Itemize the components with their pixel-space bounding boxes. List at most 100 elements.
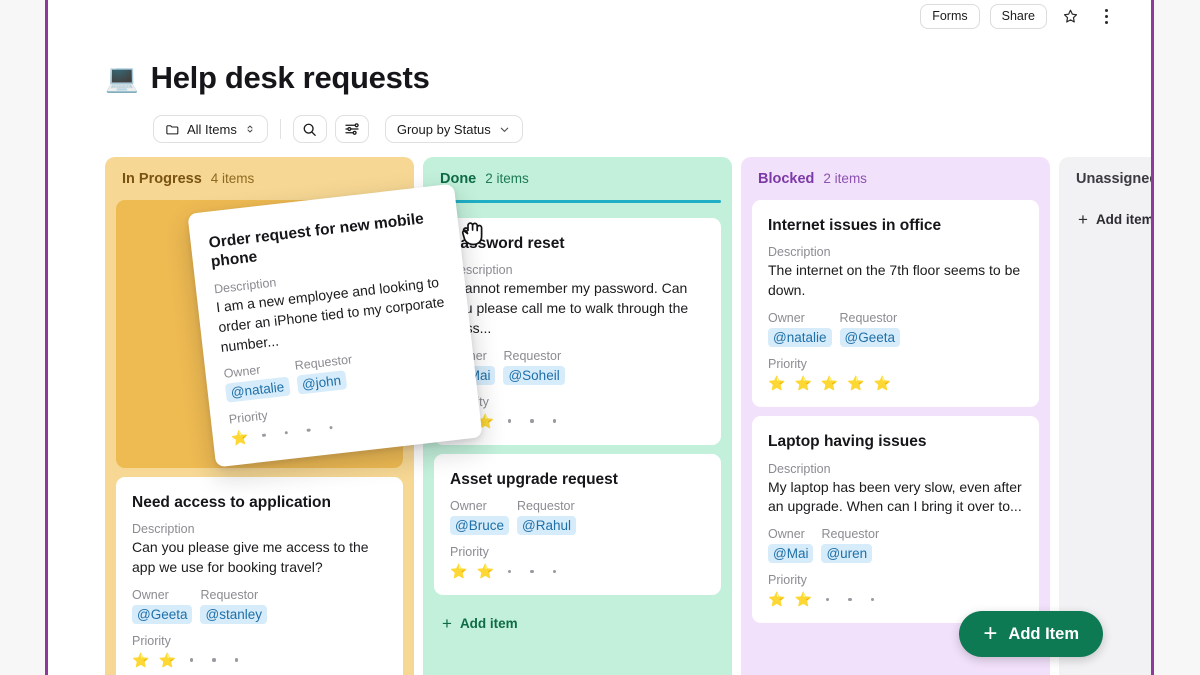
priority-label: Priority — [132, 634, 171, 649]
priority-stars[interactable]: ⭐⭐ — [132, 651, 387, 669]
add-item-label: Add item — [459, 616, 518, 632]
owner-label: Owner — [450, 499, 487, 514]
owner-chip[interactable]: @natalie — [768, 328, 832, 348]
filter-button[interactable] — [334, 115, 369, 143]
search-button[interactable] — [292, 115, 327, 143]
card-priority: Priority⭐⭐ — [450, 395, 705, 430]
column-header: Unassigned0 ite — [1059, 157, 1151, 200]
add-item-fab[interactable]: + Add Item — [959, 611, 1103, 657]
star-filled-icon[interactable]: ⭐ — [821, 376, 838, 390]
star-empty-dot-icon[interactable] — [552, 569, 557, 574]
priority-stars[interactable]: ⭐⭐ — [450, 562, 705, 580]
star-filled-icon[interactable]: ⭐ — [874, 376, 891, 390]
plus-icon: + — [1078, 210, 1088, 229]
star-filled-icon[interactable]: ⭐ — [476, 564, 493, 578]
requestor-chip[interactable]: @stanley — [200, 605, 267, 625]
plus-icon: + — [442, 614, 452, 634]
add-item-button[interactable]: + Add item — [434, 604, 721, 646]
card-description: The internet on the 7th floor seems to b… — [768, 262, 1021, 299]
column-body: Internet issues in office Description The … — [741, 200, 1050, 624]
column-item-count: 4 items — [210, 171, 255, 186]
star-filled-icon[interactable]: ⭐ — [794, 592, 811, 606]
star-filled-icon[interactable]: ⭐ — [132, 653, 149, 667]
star-empty-dot-icon[interactable] — [530, 419, 534, 423]
card-priority: Priority⭐⭐ — [132, 634, 387, 669]
star-empty-dot-icon[interactable] — [507, 419, 512, 423]
star-empty-dot-icon[interactable] — [234, 658, 239, 662]
card-title: Asset upgrade request — [450, 471, 618, 488]
star-empty-dot-icon[interactable] — [552, 419, 557, 423]
card-requestor: Requestor @john — [294, 353, 355, 395]
requestor-chip[interactable]: @Geeta — [839, 328, 900, 348]
top-action-bar: Forms Share — [920, 3, 1119, 29]
favorite-star-button[interactable] — [1057, 3, 1083, 29]
owner-chip[interactable]: @Geeta — [132, 605, 193, 625]
star-empty-dot-icon[interactable] — [306, 428, 311, 432]
requestor-chip[interactable]: @john — [295, 370, 348, 395]
star-filled-icon[interactable]: ⭐ — [158, 653, 175, 667]
card-owner: Owner @Bruce — [450, 499, 509, 536]
card-title: Laptop having issues — [768, 433, 927, 451]
requestor-chip[interactable]: @Soheil — [503, 366, 565, 385]
description-label: Description — [132, 522, 195, 537]
help-desk-board-app: Forms Share 💻 Help desk requests All Ite… — [0, 0, 1200, 675]
owner-label: Owner — [768, 527, 805, 542]
card-requestor: Requestor @Rahul — [516, 499, 576, 536]
star-filled-icon[interactable]: ⭐ — [847, 376, 864, 390]
board-column-blocked[interactable]: Blocked 2 items Internet issues in office D… — [741, 157, 1050, 675]
group-by-label: Group by Status — [396, 121, 491, 137]
board-card[interactable]: Asset upgrade request Owner @Bruce Requesto… — [434, 454, 721, 596]
star-empty-dot-icon[interactable] — [329, 425, 334, 430]
card-priority: Priority⭐⭐ — [450, 545, 705, 580]
board-toolbar: All Items Group by Status — [153, 115, 523, 143]
star-empty-dot-icon[interactable] — [212, 658, 216, 662]
priority-stars[interactable]: ⭐⭐ — [768, 590, 1023, 608]
card-people-row: Owner @Bruce Requestor @Rahul — [450, 499, 705, 536]
star-empty-dot-icon[interactable] — [530, 569, 534, 574]
add-item-button[interactable]: + Add item — [1070, 200, 1151, 242]
requestor-label: Requestor — [294, 352, 353, 374]
owner-chip[interactable]: @Bruce — [450, 516, 509, 536]
star-filled-icon[interactable]: ⭐ — [450, 564, 467, 578]
star-empty-dot-icon[interactable] — [825, 597, 830, 601]
laptop-icon: 💻 — [105, 62, 139, 93]
star-empty-dot-icon[interactable] — [507, 569, 512, 574]
card-description: My laptop has been very slow, even after… — [768, 478, 1022, 515]
board-column-unassigned[interactable]: Unassigned0 ite + Add item — [1059, 157, 1151, 675]
star-filled-icon[interactable]: ⭐ — [768, 376, 785, 390]
column-title: In Progress — [122, 171, 202, 187]
card-title: Password reset — [450, 235, 565, 252]
view-selector-label: All Items — [187, 121, 237, 137]
card-description: Can you please give me access to the app… — [132, 539, 369, 576]
view-selector-button[interactable]: All Items — [153, 115, 268, 143]
star-filled-icon[interactable]: ⭐ — [230, 429, 249, 447]
star-empty-dot-icon[interactable] — [284, 430, 289, 435]
star-outline-icon — [1063, 9, 1077, 23]
priority-stars[interactable]: ⭐⭐ — [450, 412, 705, 430]
board-card[interactable]: Need access to application Description Can… — [116, 477, 403, 675]
requestor-chip[interactable]: @Rahul — [516, 516, 576, 536]
owner-chip[interactable]: @Mai — [768, 544, 814, 564]
priority-stars[interactable]: ⭐ ⭐ ⭐ ⭐ ⭐ — [768, 374, 1023, 392]
chevron-up-down-icon — [247, 125, 253, 133]
group-by-button[interactable]: Group by Status — [384, 115, 523, 143]
star-filled-icon[interactable]: ⭐ — [768, 592, 785, 606]
share-button[interactable]: Share — [989, 3, 1047, 29]
owner-chip[interactable]: @natalie — [224, 377, 291, 404]
board-card[interactable]: Laptop having issues Description My laptop… — [752, 416, 1039, 624]
forms-button[interactable]: Forms — [920, 3, 980, 29]
star-empty-dot-icon[interactable] — [189, 658, 194, 662]
star-empty-dot-icon[interactable] — [848, 597, 852, 601]
dragged-card[interactable]: Order request for new mobile phone Descri… — [187, 183, 483, 468]
star-filled-icon[interactable]: ⭐ — [794, 376, 811, 390]
star-empty-dot-icon[interactable] — [870, 597, 875, 601]
star-empty-dot-icon[interactable] — [262, 433, 267, 438]
add-item-fab-label: Add Item — [1008, 624, 1079, 643]
requestor-chip[interactable]: @uren — [821, 544, 873, 564]
right-page-gutter — [1154, 0, 1200, 675]
more-options-button[interactable] — [1093, 3, 1119, 29]
board-card[interactable]: Internet issues in office Description The … — [752, 200, 1039, 408]
left-page-gutter — [0, 0, 46, 675]
column-header: Done 2 items — [423, 157, 732, 200]
card-owner: Owner @natalie — [223, 360, 291, 404]
